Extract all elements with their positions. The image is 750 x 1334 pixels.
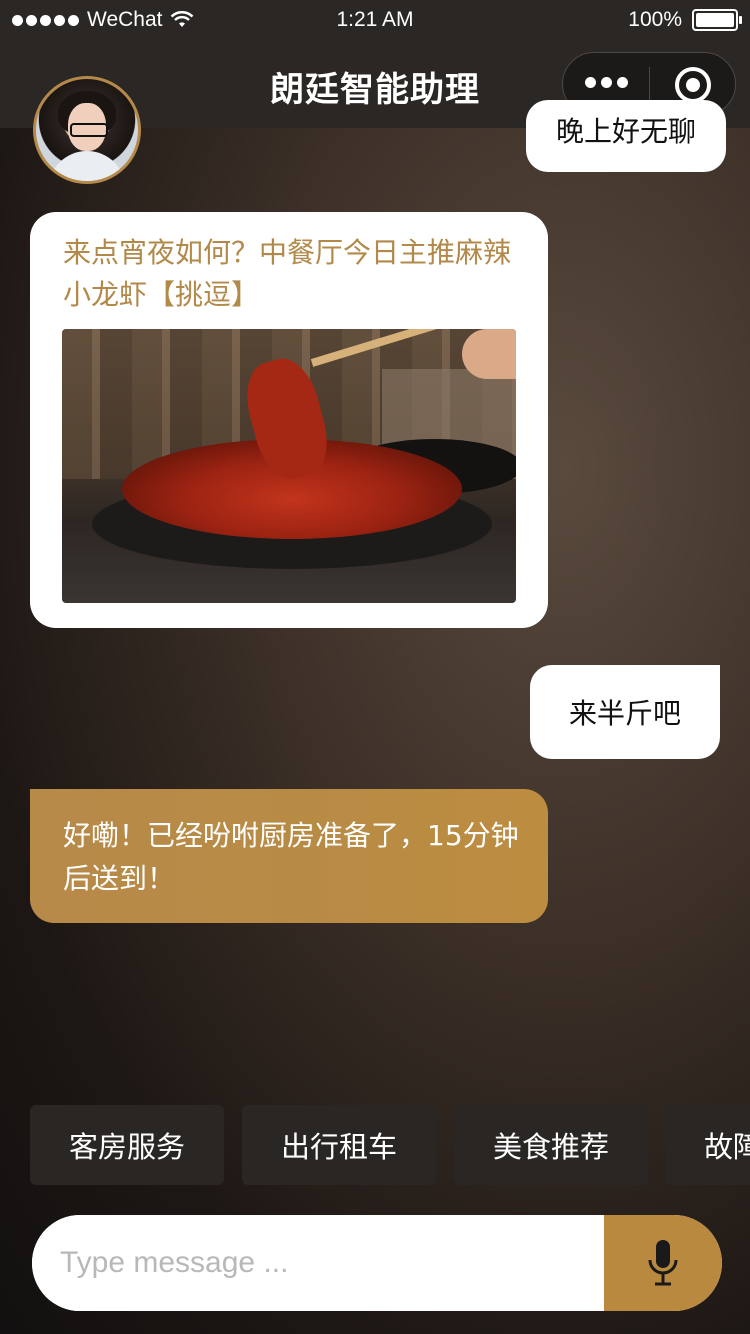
message-input[interactable] [32,1215,604,1311]
message-input-bar [32,1215,722,1311]
user-reply-bubble: 来半斤吧 [530,665,720,759]
user-message-bubble: 晚上好无聊 [526,100,726,172]
quick-reply-fault[interactable]: 故障 [666,1105,750,1185]
user-message-text: 晚上好无聊 [555,115,696,148]
recommendation-card[interactable]: 来点宵夜如何？中餐厅今日主推麻辣小龙虾【挑逗】 [30,212,548,628]
user-reply-text: 来半斤吧 [568,697,681,730]
quick-reply-food[interactable]: 美食推荐 [454,1105,648,1185]
microphone-icon [648,1240,678,1286]
capsule-divider [649,67,650,101]
assistant-reply-text: 好嘞！已经吩咐厨房准备了，15分钟后送到！ [63,819,519,895]
status-bar: WeChat 1:21 AM 100% [0,0,750,42]
voice-button[interactable] [604,1215,722,1311]
battery-area: 100% [628,8,742,32]
card-message-text: 来点宵夜如何？中餐厅今日主推麻辣小龙虾【挑逗】 [63,236,512,311]
record-target-icon[interactable] [675,67,711,103]
quick-reply-car-rental[interactable]: 出行租车 [242,1105,436,1185]
more-dots-icon[interactable] [585,77,628,88]
assistant-reply-bubble: 好嘞！已经吩咐厨房准备了，15分钟后送到！ [30,789,548,923]
quick-reply-row[interactable]: 客房服务 出行租车 美食推荐 故障 [30,1105,750,1185]
battery-percent: 100% [628,8,682,31]
assistant-avatar[interactable] [33,76,141,184]
crayfish-photo[interactable] [62,329,516,603]
battery-icon [692,9,742,31]
quick-reply-room-service[interactable]: 客房服务 [30,1105,224,1185]
